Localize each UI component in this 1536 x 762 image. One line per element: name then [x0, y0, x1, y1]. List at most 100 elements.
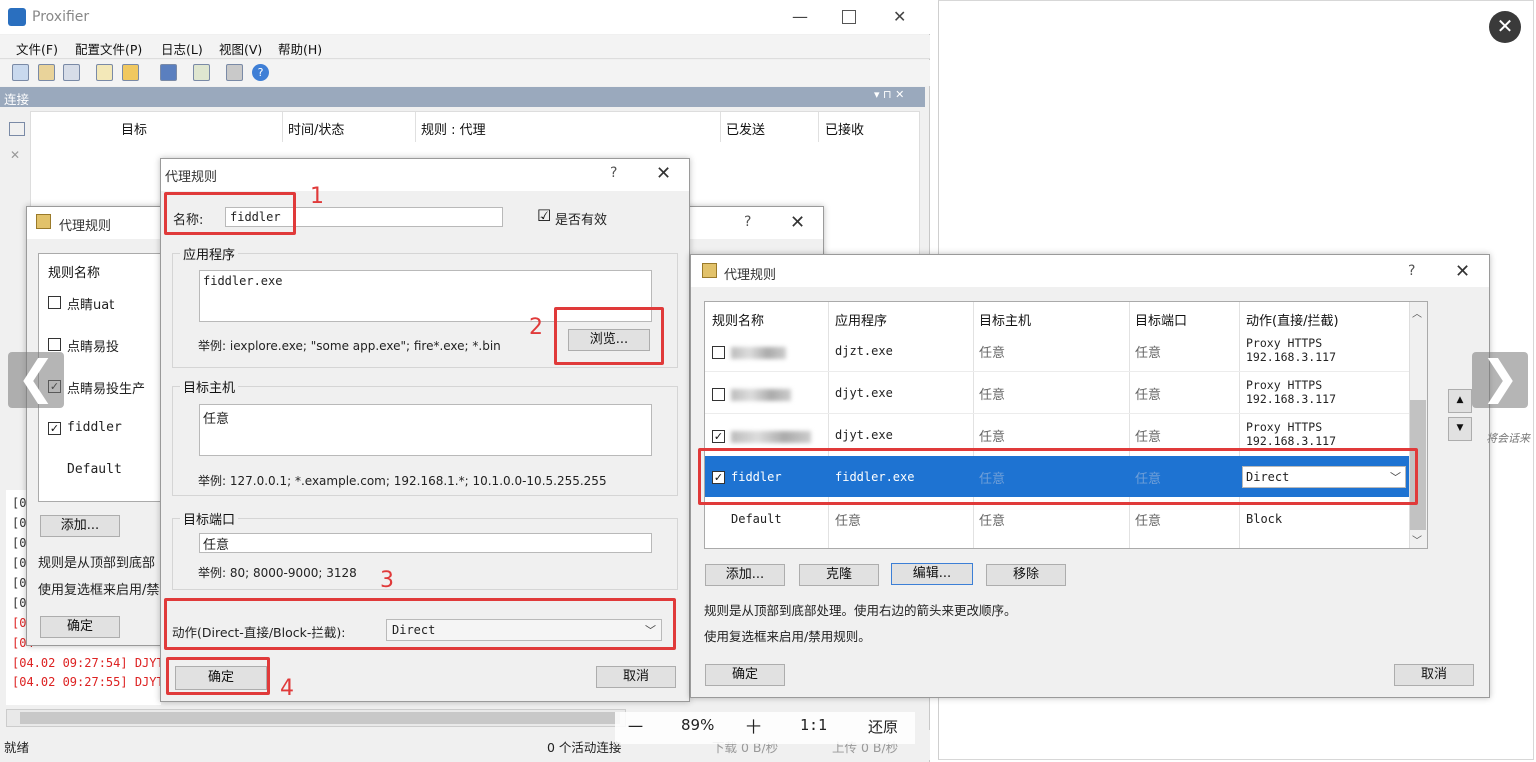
connections-icon[interactable]	[12, 64, 29, 81]
annotation-box-ok	[166, 657, 270, 695]
rule-name[interactable]: 点睛易投	[67, 336, 119, 355]
column-action[interactable]: 动作(直接/拦截)	[1246, 310, 1339, 329]
connections-title: 连接	[4, 92, 30, 107]
viewer-next-button[interactable]: ❯	[1472, 352, 1528, 408]
open-profile-icon[interactable]	[122, 64, 139, 81]
annotation-box-action	[164, 598, 676, 650]
rule-name[interactable]: Default	[67, 462, 122, 477]
target-host-group-label: 目标主机	[180, 377, 239, 396]
main-titlebar	[0, 0, 930, 34]
rule-checkbox[interactable]: ✓	[712, 430, 725, 443]
close-icon[interactable]: ✕	[893, 7, 906, 26]
save-icon[interactable]	[160, 64, 177, 81]
rule-checkbox[interactable]	[712, 346, 725, 359]
column-target-port[interactable]: 目标端口	[1135, 310, 1187, 329]
delete-icon[interactable]: ✕	[10, 148, 28, 162]
menu-help[interactable]: 帮助(H)	[278, 39, 322, 58]
panel-dropdown-icon[interactable]: ▾ ⊓ ✕	[874, 88, 904, 101]
column-received[interactable]: 已接收	[825, 119, 864, 138]
help-button[interactable]: ?	[744, 214, 751, 230]
target-host-example: 举例: 127.0.0.1; *.example.com; 192.168.1.…	[198, 474, 607, 488]
log-line-error: [04.02 09:27:54] DJYT.	[12, 656, 171, 670]
add-rule-button[interactable]: 添加...	[40, 515, 120, 537]
list-view-icon[interactable]	[9, 122, 25, 136]
table-cell-app: djyt.exe	[835, 428, 893, 442]
help-button[interactable]: ?	[610, 165, 617, 181]
target-port-example: 举例: 80; 8000-9000; 3128	[198, 566, 357, 580]
target-host-input[interactable]	[199, 404, 652, 456]
remove-rule-button[interactable]: 移除	[986, 564, 1066, 586]
rules-icon	[36, 214, 51, 229]
front-dialog-title: 代理规则	[724, 268, 777, 283]
annotation-number: 1	[310, 184, 324, 209]
column-divider	[828, 302, 829, 548]
column-rule-name[interactable]: 规则名称	[712, 310, 764, 329]
row-divider	[705, 413, 1409, 414]
table-cell-host: 任意	[979, 346, 1006, 361]
maximize-icon[interactable]	[842, 10, 856, 24]
table-cell-action: Block	[1246, 512, 1283, 526]
clone-rule-button[interactable]: 克隆	[799, 564, 879, 586]
annotation-number: 4	[280, 676, 294, 701]
status-active-connections: 0 个活动连接	[547, 740, 622, 755]
rule-checkbox[interactable]	[48, 296, 61, 309]
add-rule-button[interactable]: 添加...	[705, 564, 785, 586]
row-divider	[705, 371, 1409, 372]
menu-profile[interactable]: 配置文件(P)	[75, 39, 142, 58]
menu-log[interactable]: 日志(L)	[161, 39, 203, 58]
new-profile-icon[interactable]	[96, 64, 113, 81]
scroll-down-icon[interactable]: ﹀	[1412, 532, 1422, 547]
rule-name[interactable]: fiddler	[67, 420, 122, 435]
help-icon[interactable]: ?	[252, 64, 269, 81]
column-application[interactable]: 应用程序	[835, 310, 887, 329]
minimize-icon[interactable]: —	[792, 7, 808, 26]
column-target-host[interactable]: 目标主机	[979, 310, 1031, 329]
status-ready: 就绪	[4, 740, 30, 755]
rule-name[interactable]: 点睛uat	[67, 294, 114, 313]
zoom-out-button[interactable]: 一	[628, 716, 643, 737]
table-cell-host: 任意	[979, 388, 1006, 403]
target-port-input[interactable]	[199, 533, 652, 553]
edit-dialog-close-button[interactable]: ✕	[656, 163, 671, 184]
scroll-up-icon[interactable]: ︿	[1412, 305, 1422, 320]
viewer-close-button[interactable]: ✕	[1489, 11, 1521, 43]
rules-icon[interactable]	[38, 64, 55, 81]
rule-name[interactable]: 点睛易投生产	[67, 378, 145, 397]
print-icon[interactable]	[226, 64, 243, 81]
export-icon[interactable]	[193, 64, 210, 81]
blurred-rule-name	[731, 431, 811, 443]
front-cancel-button[interactable]: 取消	[1394, 664, 1474, 686]
front-dialog-close-button[interactable]: ✕	[1455, 261, 1470, 282]
enabled-checkbox[interactable]: ☑	[537, 208, 551, 224]
table-cell-port: 任意	[1135, 514, 1162, 529]
move-down-button[interactable]: ▼	[1448, 417, 1472, 441]
move-up-button[interactable]: ▲	[1448, 389, 1472, 413]
menu-file[interactable]: 文件(F)	[16, 39, 58, 58]
proxy-servers-icon[interactable]	[63, 64, 80, 81]
back-dialog-title: 代理规则	[59, 219, 112, 234]
left-tool-strip: ✕	[6, 114, 28, 204]
menu-view[interactable]: 视图(V)	[219, 39, 262, 58]
help-button[interactable]: ?	[1408, 263, 1415, 279]
scrollbar-thumb[interactable]	[20, 712, 620, 724]
column-target[interactable]: 目标	[121, 119, 147, 138]
back-ok-button[interactable]: 确定	[40, 616, 120, 638]
column-sent[interactable]: 已发送	[726, 119, 765, 138]
viewer-previous-button[interactable]: ❮	[8, 352, 64, 408]
rules-checkbox-note: 使用复选框来启用/禁用规则。	[704, 629, 871, 644]
restore-button[interactable]: 还原	[868, 716, 898, 737]
edit-rule-button[interactable]: 编辑...	[891, 563, 973, 585]
back-dialog-close-button[interactable]: ✕	[790, 212, 805, 233]
column-time-status[interactable]: 时间/状态	[288, 119, 344, 138]
rule-checkbox[interactable]	[712, 388, 725, 401]
table-cell-action: Proxy HTTPS	[1246, 336, 1323, 350]
table-cell-action: Proxy HTTPS	[1246, 420, 1323, 434]
rules-list-header[interactable]: 规则名称	[48, 262, 100, 281]
rule-checkbox[interactable]: ✓	[48, 422, 61, 435]
column-rule-proxy[interactable]: 规则 : 代理	[421, 119, 486, 138]
edit-cancel-button[interactable]: 取消	[596, 666, 676, 688]
table-cell-name: Default	[731, 512, 782, 526]
actual-size-button[interactable]: 1:1	[800, 716, 827, 734]
front-ok-button[interactable]: 确定	[705, 664, 785, 686]
zoom-in-button[interactable]: 十	[746, 716, 761, 737]
